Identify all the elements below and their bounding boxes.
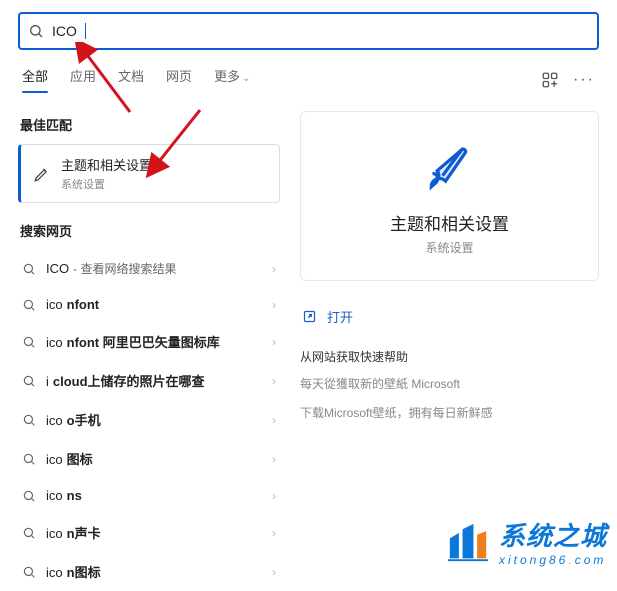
search-icon bbox=[28, 23, 44, 39]
chevron-right-icon: › bbox=[272, 489, 276, 503]
search-icon bbox=[22, 413, 36, 427]
tab-documents[interactable]: 文档 bbox=[118, 66, 144, 93]
tab-more[interactable]: 更多⌄ bbox=[214, 66, 250, 93]
chevron-right-icon: › bbox=[272, 413, 276, 427]
chevron-right-icon: › bbox=[272, 298, 276, 312]
open-label: 打开 bbox=[327, 307, 353, 326]
web-result-text: iconfont 阿里巴巴矢量图标库 bbox=[46, 332, 262, 351]
search-icon bbox=[22, 452, 36, 466]
section-best-match: 最佳匹配 bbox=[20, 115, 280, 134]
section-search-web: 搜索网页 bbox=[20, 221, 280, 240]
web-result[interactable]: icloud上储存的照片在哪查 › bbox=[18, 361, 280, 400]
web-result-text: icon声卡 bbox=[46, 523, 262, 542]
search-icon bbox=[22, 565, 36, 579]
best-match-subtitle: 系统设置 bbox=[61, 176, 152, 192]
watermark-text: 系统之城 xitong86.com bbox=[499, 516, 607, 567]
quickhelp-header: 从网站获取快速帮助 bbox=[300, 348, 599, 365]
watermark-logo-icon bbox=[445, 522, 491, 562]
chevron-right-icon: › bbox=[272, 452, 276, 466]
preview-title: 主题和相关设置 bbox=[390, 210, 509, 235]
chevron-right-icon: › bbox=[272, 565, 276, 579]
extensions-icon[interactable] bbox=[541, 71, 559, 89]
web-result-text: icoo手机 bbox=[46, 410, 262, 429]
watermark: 系统之城 xitong86.com bbox=[445, 516, 607, 567]
web-result-text: icons bbox=[46, 488, 262, 503]
open-icon bbox=[302, 309, 317, 324]
search-icon bbox=[22, 526, 36, 540]
web-result[interactable]: icon声卡 › bbox=[18, 513, 280, 552]
web-result[interactable]: iconfont › bbox=[18, 287, 280, 322]
quicklink-1[interactable]: 每天從獲取新的壁紙 Microsoft bbox=[300, 375, 599, 394]
web-result-text: iconfont bbox=[46, 297, 262, 312]
web-result[interactable]: icon图标 › bbox=[18, 552, 280, 591]
search-icon bbox=[22, 298, 36, 312]
preview-subtitle: 系统设置 bbox=[425, 239, 473, 256]
text-caret bbox=[85, 23, 86, 39]
tab-all[interactable]: 全部 bbox=[22, 66, 48, 93]
quicklink-2[interactable]: 下载Microsoft壁纸，拥有每日新鲜感 bbox=[300, 404, 599, 423]
web-result-text: icon图标 bbox=[46, 562, 262, 581]
chevron-right-icon: › bbox=[272, 526, 276, 540]
web-result-text: icloud上储存的照片在哪查 bbox=[46, 371, 262, 390]
chevron-right-icon: › bbox=[272, 374, 276, 388]
web-result-text: ICO - 查看网络搜索结果 bbox=[46, 260, 262, 277]
search-bar[interactable]: ICO bbox=[18, 12, 599, 50]
web-result[interactable]: iconfont 阿里巴巴矢量图标库 › bbox=[18, 322, 280, 361]
web-result[interactable]: icoo手机 › bbox=[18, 400, 280, 439]
chevron-right-icon: › bbox=[272, 335, 276, 349]
pen-icon bbox=[33, 165, 51, 183]
web-result-text: ico图标 bbox=[46, 449, 262, 468]
best-match-title: 主题和相关设置 bbox=[61, 155, 152, 174]
search-icon bbox=[22, 374, 36, 388]
web-result[interactable]: icons › bbox=[18, 478, 280, 513]
chevron-down-icon: ⌄ bbox=[242, 73, 250, 84]
more-options-icon[interactable]: ··· bbox=[573, 71, 595, 89]
best-match-result[interactable]: 主题和相关设置 系统设置 bbox=[18, 144, 280, 203]
web-result[interactable]: ICO - 查看网络搜索结果 › bbox=[18, 250, 280, 287]
filter-tabs: 全部 应用 文档 网页 更多⌄ bbox=[22, 66, 250, 93]
search-text-display: ICO bbox=[52, 23, 77, 39]
results-column: 最佳匹配 主题和相关设置 系统设置 搜索网页 ICO - 查看网络搜索结果›ic… bbox=[18, 111, 280, 591]
preview-card: 主题和相关设置 系统设置 bbox=[300, 111, 599, 281]
chevron-right-icon: › bbox=[272, 262, 276, 276]
web-results-list: ICO - 查看网络搜索结果›iconfont›iconfont 阿里巴巴矢量图… bbox=[18, 250, 280, 591]
search-icon bbox=[22, 262, 36, 276]
brush-icon bbox=[422, 140, 478, 196]
open-action[interactable]: 打开 bbox=[302, 301, 597, 332]
tabs-row: 全部 应用 文档 网页 更多⌄ ··· bbox=[0, 50, 617, 93]
search-icon bbox=[22, 489, 36, 503]
search-icon bbox=[22, 335, 36, 349]
tab-apps[interactable]: 应用 bbox=[70, 66, 96, 93]
tab-web[interactable]: 网页 bbox=[166, 66, 192, 93]
web-result[interactable]: ico图标 › bbox=[18, 439, 280, 478]
